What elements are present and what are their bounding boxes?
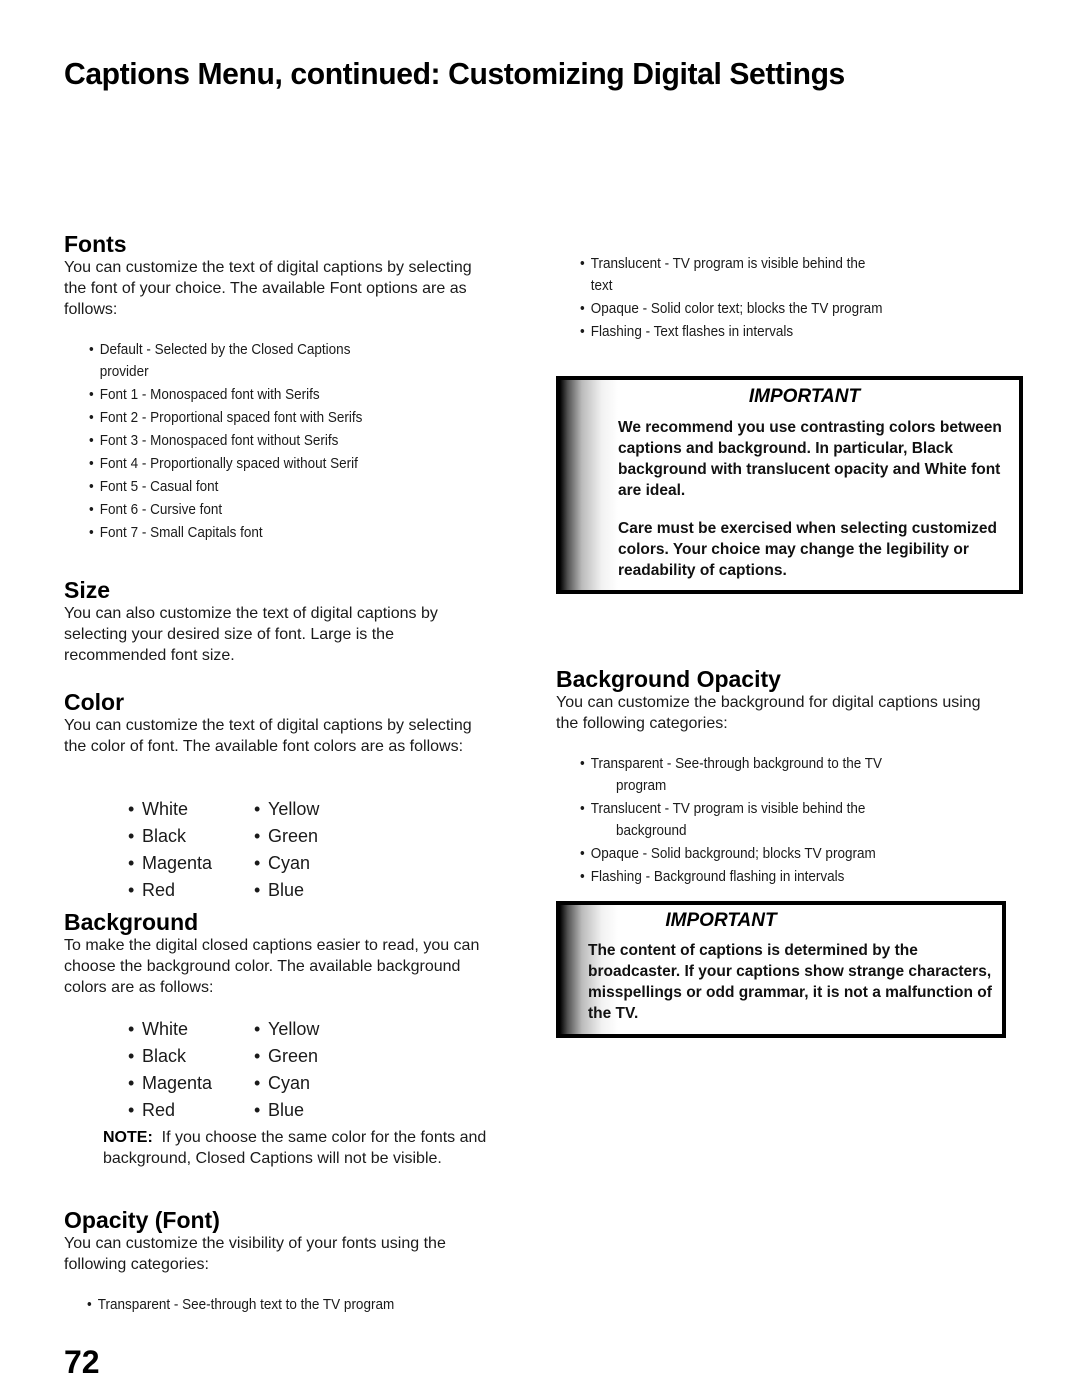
list-item: Opaque - Solid color text; blocks the TV… (580, 297, 976, 320)
color-option: Black (128, 1045, 254, 1068)
background-opacity-section: Background Opacity You can customize the… (556, 666, 1016, 734)
color-option: White (128, 1018, 254, 1041)
list-item: Default - Selected by the Closed Caption… (89, 338, 467, 383)
opacity-font-list-part2: Translucent - TV program is visible behi… (580, 252, 976, 343)
size-section: Size You can also customize the text of … (64, 577, 494, 666)
list-item: Font 5 - Casual font (89, 475, 467, 498)
opacity-font-section: Opacity (Font) You can customize the vis… (64, 1207, 504, 1275)
list-item: Translucent - TV program is visible behi… (580, 797, 976, 842)
color-option: Blue (254, 879, 374, 902)
background-opacity-list: Transparent - See-through background to … (580, 752, 976, 888)
background-color-options: White Yellow Black Green Magenta Cyan Re… (128, 1018, 374, 1122)
opacity-font-description: You can customize the visibility of your… (64, 1235, 446, 1273)
color-option: Yellow (254, 1018, 374, 1041)
background-opacity-heading: Background Opacity (556, 666, 781, 692)
list-item: Font 4 - Proportionally spaced without S… (89, 452, 467, 475)
background-description: To make the digital closed captions easi… (64, 937, 480, 996)
color-option: Cyan (254, 1072, 374, 1095)
fonts-heading: Fonts (64, 231, 127, 257)
list-item: Font 6 - Cursive font (89, 498, 467, 521)
color-option: Green (254, 1045, 374, 1068)
note-label: NOTE: (103, 1129, 153, 1146)
color-option: Cyan (254, 852, 374, 875)
color-option: Magenta (128, 1072, 254, 1095)
color-option: Red (128, 1099, 254, 1122)
color-option: White (128, 798, 254, 821)
fonts-description: You can customize the text of digital ca… (64, 259, 472, 318)
background-opacity-description: You can customize the background for dig… (556, 694, 981, 732)
color-description: You can customize the text of digital ca… (64, 717, 472, 755)
color-heading: Color (64, 689, 125, 715)
background-section: Background To make the digital closed ca… (64, 909, 504, 998)
list-item: Flashing - Text flashes in intervals (580, 320, 976, 343)
fonts-list: Default - Selected by the Closed Caption… (89, 338, 467, 544)
important-box-colors: IMPORTANT We recommend you use contrasti… (556, 376, 1023, 594)
font-color-options: White Yellow Black Green Magenta Cyan Re… (128, 798, 374, 902)
list-item: Font 1 - Monospaced font with Serifs (89, 383, 467, 406)
opacity-font-list-part1: Transparent - See-through text to the TV… (87, 1293, 474, 1316)
important-text: The content of captions is determined by… (588, 942, 992, 1022)
color-option: Red (128, 879, 254, 902)
important-text: Care must be exercised when selecting cu… (618, 520, 998, 579)
color-section: Color You can customize the text of digi… (64, 689, 504, 757)
fonts-section: Fonts You can customize the text of digi… (64, 231, 504, 320)
list-item: Transparent - See-through background to … (580, 752, 976, 797)
list-item: Font 2 - Proportional spaced font with S… (89, 406, 467, 429)
color-option: Magenta (128, 852, 254, 875)
background-note: NOTE: If you choose the same color for t… (103, 1127, 503, 1169)
important-title: IMPORTANT (665, 910, 777, 931)
important-box-content: IMPORTANT The content of captions is det… (556, 901, 1006, 1038)
important-text: We recommend you use contrasting colors … (618, 419, 1002, 499)
background-heading: Background (64, 909, 199, 935)
color-option: Green (254, 825, 374, 848)
page-title: Captions Menu, continued: Customizing Di… (64, 56, 845, 91)
list-item: Translucent - TV program is visible behi… (580, 252, 976, 297)
list-item: Transparent - See-through text to the TV… (87, 1293, 474, 1316)
color-option: Yellow (254, 798, 374, 821)
list-item: Flashing - Background flashing in interv… (580, 865, 976, 888)
list-item: Opaque - Solid background; blocks TV pro… (580, 842, 976, 865)
page-number: 72 (64, 1344, 100, 1380)
color-option: Black (128, 825, 254, 848)
important-title: IMPORTANT (748, 386, 861, 407)
size-description: You can also customize the text of digit… (64, 605, 438, 664)
size-heading: Size (64, 577, 111, 603)
note-text: If you choose the same color for the fon… (103, 1129, 487, 1167)
color-option: Blue (254, 1099, 374, 1122)
list-item: Font 7 - Small Capitals font (89, 521, 467, 544)
list-item: Font 3 - Monospaced font without Serifs (89, 429, 467, 452)
opacity-font-heading: Opacity (Font) (64, 1207, 220, 1233)
